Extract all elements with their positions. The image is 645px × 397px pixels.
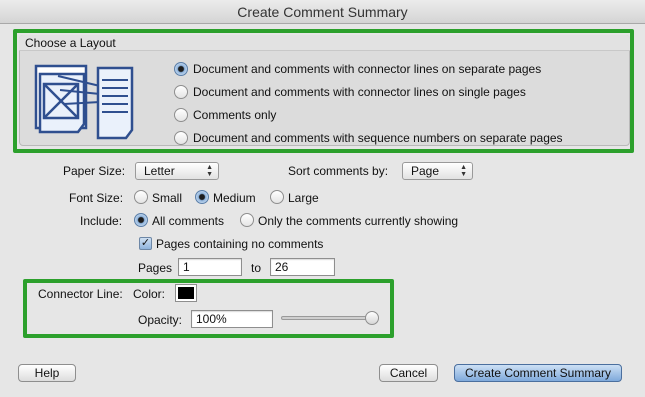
pages-label: Pages	[138, 261, 173, 275]
include-option-label: Only the comments currently showing	[258, 214, 459, 228]
paper-size-value: Letter	[144, 164, 175, 178]
sort-label: Sort comments by:	[288, 164, 389, 178]
font-size-option-label: Large	[288, 191, 319, 205]
popup-arrows-icon: ▲ ▼	[460, 164, 467, 178]
pages-to-field[interactable]: 26	[270, 258, 335, 276]
font-size-radio-medium[interactable]	[195, 190, 209, 204]
include-label: Include:	[80, 214, 123, 228]
no-comments-pages-label: Pages containing no comments	[156, 237, 324, 251]
popup-arrows-icon: ▲ ▼	[206, 164, 213, 178]
include-radio-showing[interactable]	[240, 213, 254, 227]
include-radio-all[interactable]	[134, 213, 148, 227]
pages-to-label: to	[251, 261, 262, 275]
layout-highlight-box	[13, 29, 634, 153]
connector-highlight-box	[23, 279, 394, 338]
sort-value: Page	[411, 164, 440, 178]
pages-from-field[interactable]: 1	[178, 258, 242, 276]
no-comments-pages-checkbox[interactable]: ✓	[139, 237, 152, 250]
help-button[interactable]: Help	[18, 364, 76, 382]
create-comment-summary-button[interactable]: Create Comment Summary	[454, 364, 622, 382]
include-option-label: All comments	[152, 214, 225, 228]
paper-size-label: Paper Size:	[63, 164, 126, 178]
cancel-button[interactable]: Cancel	[379, 364, 438, 382]
font-size-radio-small[interactable]	[134, 190, 148, 204]
font-size-label: Font Size:	[69, 191, 124, 205]
paper-size-popup[interactable]: Letter ▲ ▼	[135, 162, 219, 180]
font-size-option-label: Medium	[213, 191, 256, 205]
font-size-radio-large[interactable]	[270, 190, 284, 204]
sort-popup[interactable]: Page ▲ ▼	[402, 162, 473, 180]
font-size-option-label: Small	[152, 191, 183, 205]
window-title: Create Comment Summary	[0, 0, 645, 24]
